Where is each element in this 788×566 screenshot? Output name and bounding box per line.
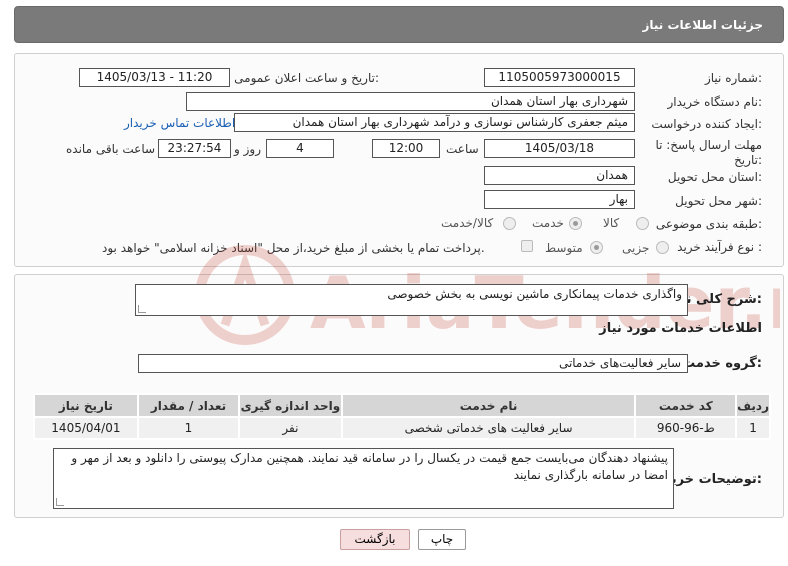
cell-row: 1 xyxy=(735,416,771,440)
category-option-service: خدمت xyxy=(532,216,564,230)
summary-text: واگذاری خدمات پیمانکاری ماشین نویسی به ب… xyxy=(387,287,682,301)
province-label: استان محل تحویل: xyxy=(667,170,762,184)
buyer-org-label: نام دستگاه خریدار: xyxy=(667,95,763,109)
back-button[interactable]: بازگشت xyxy=(340,529,410,550)
table-header-row: ردیف کد خدمت نام خدمت واحد اندازه گیری ت… xyxy=(33,393,771,418)
category-option-goods-service: کالا/خدمت xyxy=(441,216,494,230)
days-remaining-field: 4 xyxy=(266,139,334,158)
need-number-label: شماره نیاز: xyxy=(704,71,762,85)
col-qty-header: تعداد / مقدار xyxy=(136,393,241,418)
category-radio-goods[interactable] xyxy=(636,217,649,230)
deadline-date-field: 1405/03/18 xyxy=(484,139,635,158)
category-label: طبقه بندی موضوعی: xyxy=(655,217,762,231)
summary-field: واگذاری خدمات پیمانکاری ماشین نویسی به ب… xyxy=(135,284,688,316)
city-field: بهار xyxy=(484,190,635,209)
process-label: نوع فرآیند خرید : xyxy=(677,240,762,254)
col-code-header: کد خدمت xyxy=(634,393,738,418)
col-name-header: نام خدمت xyxy=(340,393,637,418)
process-radio-medium[interactable] xyxy=(590,241,603,254)
announce-datetime-field: 1405/03/13 - 11:20 xyxy=(79,68,230,87)
deadline-label: مهلت ارسال پاسخ: تا تاریخ: xyxy=(655,138,762,167)
creator-label: ایجاد کننده درخواست: xyxy=(651,117,762,131)
remaining-label: ساعت باقی مانده xyxy=(66,142,156,156)
col-row-header: ردیف xyxy=(735,393,771,418)
page-title: جزئیات اطلاعات نیاز xyxy=(642,18,763,32)
remaining-time-field: 23:27:54 xyxy=(158,139,231,158)
creator-field: میثم جعفری کارشناس نوسازی و درآمد شهردار… xyxy=(234,113,635,132)
table-row: 1 ط-96-960 سایر فعالیت های خدماتی شخصی ن… xyxy=(33,416,771,440)
buyer-notes-field: پیشنهاد دهندگان می‌بایست جمع قیمت در یکس… xyxy=(53,448,674,509)
announce-label: تاریخ و ساعت اعلان عمومی: xyxy=(234,71,379,85)
need-number-field: 1105005973000015 xyxy=(484,68,635,87)
process-option-medium: متوسط xyxy=(545,241,583,255)
category-option-goods: کالا xyxy=(603,216,620,230)
col-unit-header: واحد اندازه گیری xyxy=(238,393,343,418)
treasury-payment-note: پرداخت تمام یا بخشی از مبلغ خرید،از محل … xyxy=(102,241,485,255)
buyer-notes-text: پیشنهاد دهندگان می‌بایست جمع قیمت در یکس… xyxy=(71,451,668,482)
province-field: همدان xyxy=(484,166,635,185)
resize-grip[interactable] xyxy=(56,498,64,506)
page-header: جزئیات اطلاعات نیاز xyxy=(14,6,784,43)
category-radio-service[interactable] xyxy=(569,217,582,230)
city-label: شهر محل تحویل: xyxy=(675,194,762,208)
buyer-contact-link[interactable]: اطلاعات تماس خریدار xyxy=(124,116,235,130)
col-date-header: تاریخ نیاز xyxy=(33,393,139,418)
cell-date: 1405/04/01 xyxy=(33,416,139,440)
process-radio-minor[interactable] xyxy=(656,241,669,254)
cell-unit: نفر xyxy=(238,416,343,440)
buyer-org-field: شهرداری بهار استان همدان xyxy=(186,92,635,111)
days-label: روز و xyxy=(234,142,261,156)
resize-grip[interactable] xyxy=(138,305,146,313)
service-group-label: گروه خدمت: xyxy=(682,356,762,371)
services-info-title: اطلاعات خدمات مورد نیاز xyxy=(599,321,762,336)
service-group-field: سایر فعالیت‌های خدماتی xyxy=(138,354,688,373)
print-button[interactable]: چاپ xyxy=(418,529,466,550)
cell-name: سایر فعالیت های خدماتی شخصی xyxy=(340,416,637,440)
category-radio-goods-service[interactable] xyxy=(503,217,516,230)
cell-qty: 1 xyxy=(136,416,241,440)
time-label: ساعت xyxy=(446,142,479,156)
cell-code: ط-96-960 xyxy=(634,416,738,440)
treasury-payment-checkbox[interactable] xyxy=(521,240,533,252)
services-table: ردیف کد خدمت نام خدمت واحد اندازه گیری ت… xyxy=(33,393,771,440)
process-option-minor: جزیی xyxy=(622,241,650,255)
deadline-time-field: 12:00 xyxy=(372,139,440,158)
